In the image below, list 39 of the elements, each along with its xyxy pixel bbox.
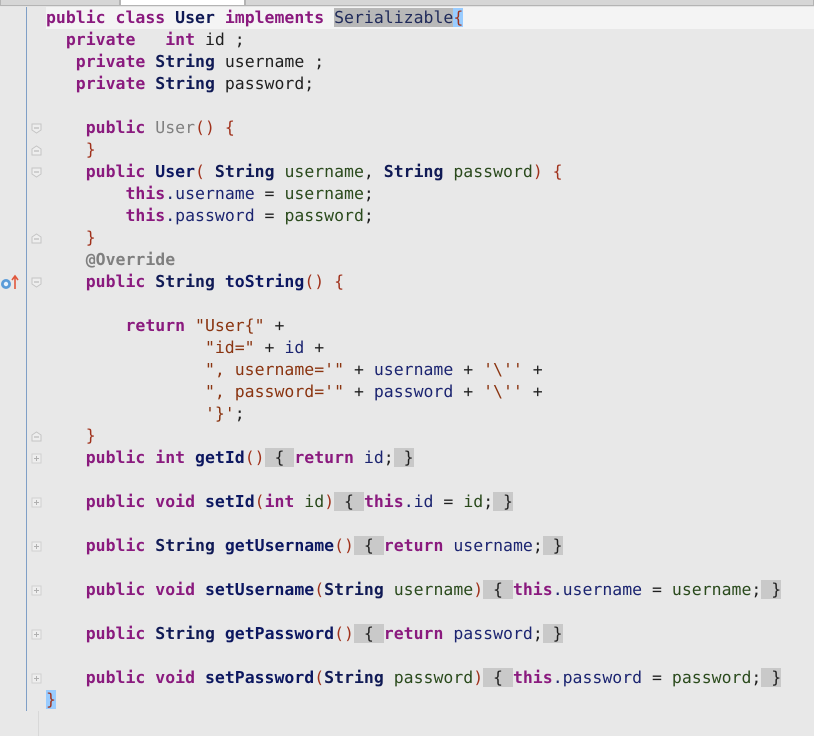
expand-icon[interactable] xyxy=(31,672,42,684)
fold-icon[interactable] xyxy=(31,122,42,134)
fold-icon[interactable] xyxy=(31,276,42,288)
expand-icon[interactable] xyxy=(31,540,42,552)
code-line: public void setId(int id) { this.id = id; } xyxy=(84,491,514,513)
code-line: public void setUsername(String username) { this.username = username; } xyxy=(84,579,782,601)
code-line: public String toString() { xyxy=(84,271,346,293)
expand-icon[interactable] xyxy=(31,452,42,464)
fold-end-icon[interactable] xyxy=(31,144,42,156)
code-line: } xyxy=(84,227,97,249)
override-marker-icon[interactable] xyxy=(0,274,20,290)
code-line: ", username='" + username + '\'' + xyxy=(204,359,544,381)
code-line: '}'; xyxy=(204,403,246,425)
fold-icon[interactable] xyxy=(31,166,42,178)
code-line: public User( String username, String password) { xyxy=(84,161,564,183)
editor-tab[interactable] xyxy=(0,0,120,6)
code-line: public void setPassword(String password) { this.password = password; } xyxy=(84,667,782,689)
editor-tab[interactable] xyxy=(245,0,814,6)
code-line: private String password; xyxy=(74,73,316,95)
expand-icon[interactable] xyxy=(31,628,42,640)
expand-icon[interactable] xyxy=(31,584,42,596)
code-line: public String getPassword() { return password; } xyxy=(84,623,564,645)
code-line: } xyxy=(84,425,97,447)
code-line: private String username ; xyxy=(74,51,326,73)
expand-icon[interactable] xyxy=(31,496,42,508)
code-line: this.username = username; xyxy=(124,183,375,205)
fold-end-icon[interactable] xyxy=(31,232,42,244)
code-line: private int id ; xyxy=(64,29,246,51)
code-line: "id=" + id + xyxy=(204,337,326,359)
code-line: @Override xyxy=(84,249,176,271)
code-line: return "User{" + xyxy=(124,315,286,337)
code-line: public String getUsername() { return username; } xyxy=(84,535,564,557)
editor-tab[interactable] xyxy=(120,0,245,6)
code-line: } xyxy=(84,139,97,161)
code-line: public User() { xyxy=(84,117,236,139)
code-line: public int getId() { return id; } xyxy=(84,447,415,469)
code-line: ", password='" + password + '\'' + xyxy=(204,381,544,403)
code-line: this.password = password; xyxy=(124,205,375,227)
fold-end-icon[interactable] xyxy=(31,430,42,442)
